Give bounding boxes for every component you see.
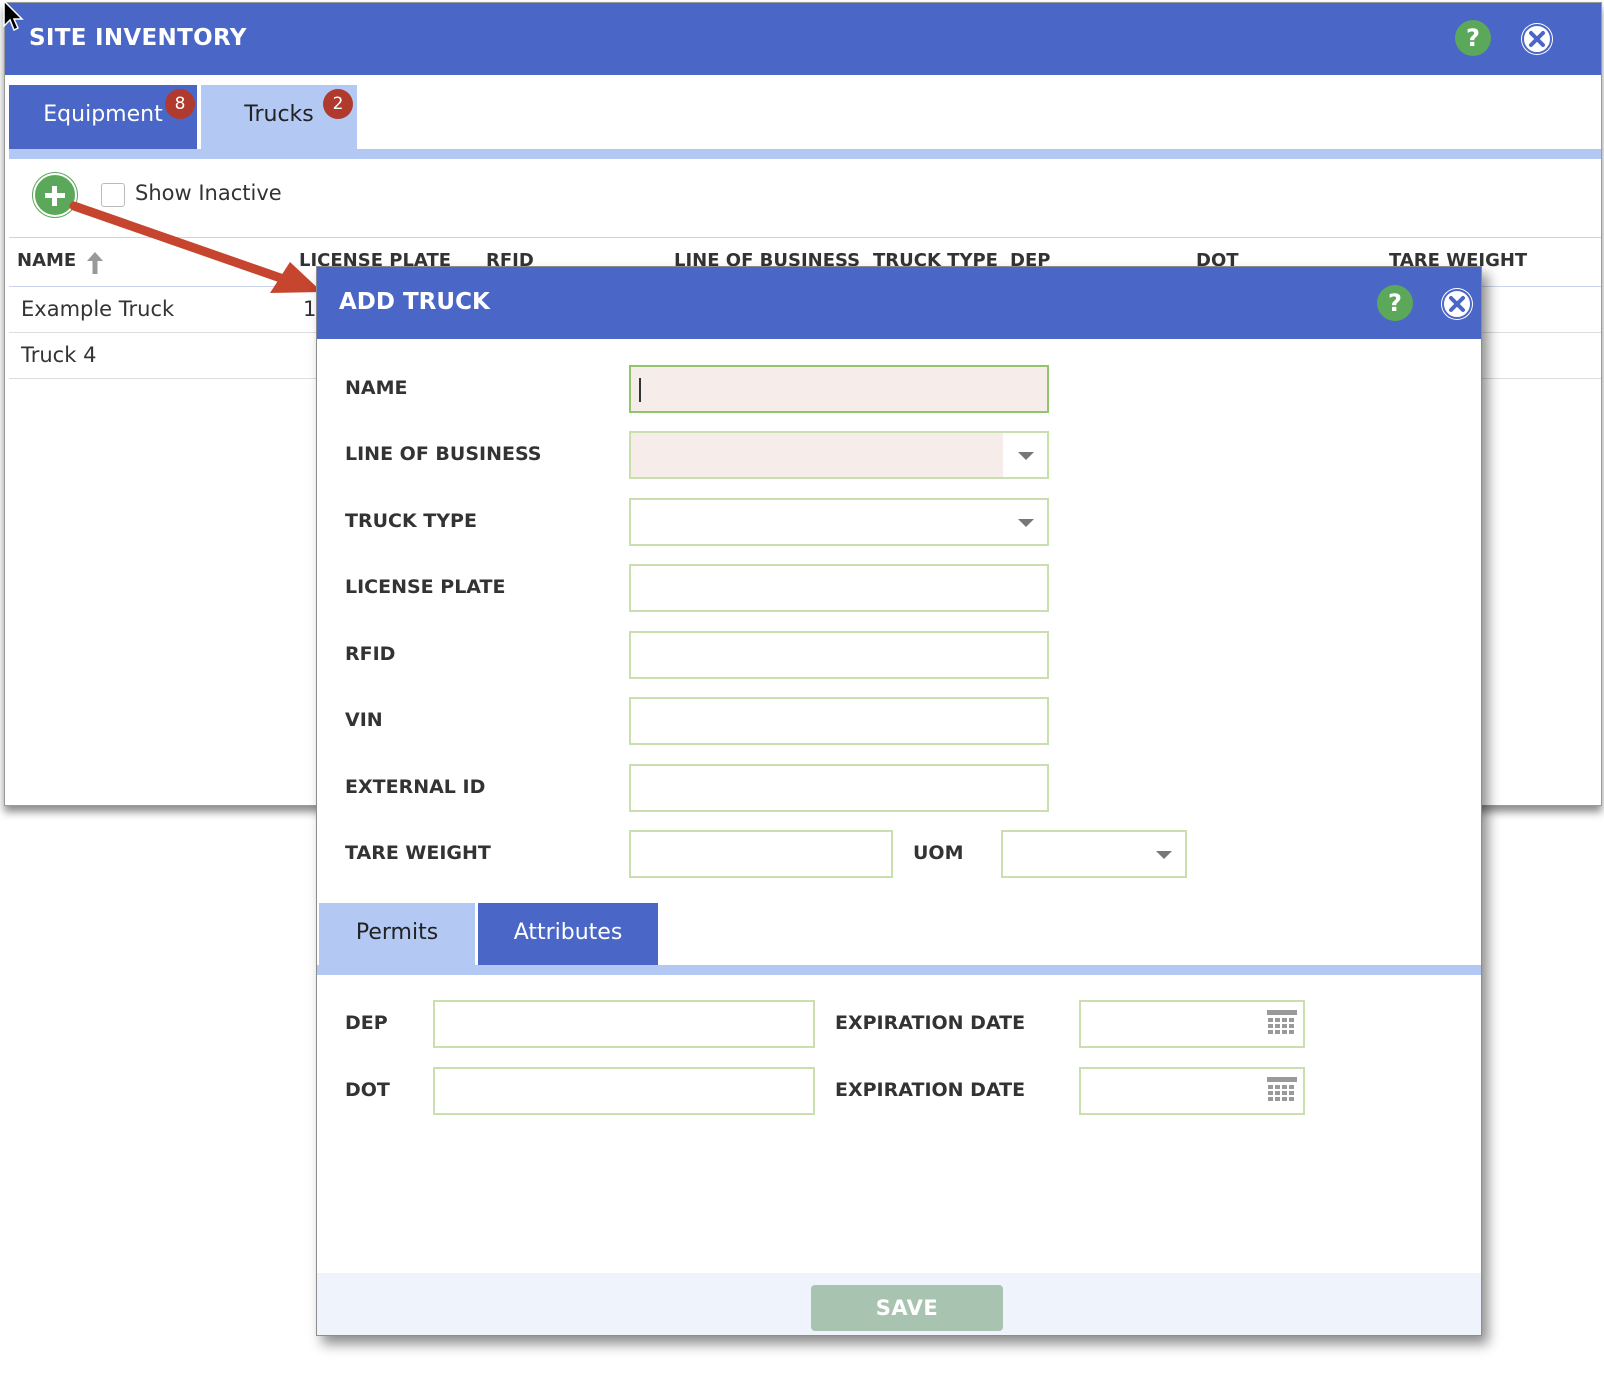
add-truck-dialog: ADD TRUCK ? NAME LINE OF BUSINESS TRUCK … [316, 266, 1482, 1336]
dot-input[interactable] [433, 1067, 815, 1115]
dialog-tabs-underline [317, 965, 1481, 975]
calendar-icon[interactable] [1267, 1077, 1297, 1105]
rfid-label: RFID [345, 643, 396, 665]
help-icon[interactable]: ? [1377, 285, 1413, 321]
name-label: NAME [345, 377, 408, 399]
name-input[interactable] [629, 365, 1049, 413]
dot-label: DOT [345, 1079, 390, 1101]
dialog-title: ADD TRUCK [339, 289, 490, 315]
uom-select[interactable] [1001, 830, 1187, 878]
dialog-footer: SAVE [317, 1273, 1481, 1335]
dropdown-arrow-icon[interactable] [1003, 433, 1047, 477]
close-icon[interactable] [1441, 288, 1473, 320]
tab-permits-label: Permits [355, 920, 439, 945]
external-id-input[interactable] [629, 764, 1049, 812]
dep-label: DEP [345, 1012, 388, 1034]
dep-expiration-label: EXPIRATION DATE [835, 1012, 1026, 1034]
truck-type-select[interactable] [629, 498, 1049, 546]
text-caret [639, 378, 641, 402]
dot-expiration-label: EXPIRATION DATE [835, 1079, 1026, 1101]
dot-expiration-input[interactable] [1079, 1067, 1305, 1115]
tab-permits[interactable]: Permits [319, 903, 475, 967]
rfid-input[interactable] [629, 631, 1049, 679]
dropdown-arrow-icon[interactable] [1141, 832, 1185, 876]
cursor-pointer-icon [3, 0, 24, 32]
line-of-business-select[interactable] [629, 431, 1049, 479]
dep-input[interactable] [433, 1000, 815, 1048]
calendar-icon[interactable] [1267, 1010, 1297, 1038]
dropdown-arrow-icon[interactable] [1003, 500, 1047, 544]
external-id-label: EXTERNAL ID [345, 776, 486, 798]
tare-weight-label: TARE WEIGHT [345, 842, 491, 864]
license-plate-input[interactable] [629, 564, 1049, 612]
tare-weight-input[interactable] [629, 830, 893, 878]
vin-input[interactable] [629, 697, 1049, 745]
add-truck-titlebar: ADD TRUCK ? [317, 267, 1481, 339]
save-button[interactable]: SAVE [811, 1285, 1003, 1331]
license-plate-label: LICENSE PLATE [345, 576, 506, 598]
vin-label: VIN [345, 709, 383, 731]
truck-type-label: TRUCK TYPE [345, 510, 477, 532]
tab-attributes-label: Attributes [513, 920, 623, 945]
uom-label: UOM [913, 842, 964, 864]
tab-attributes[interactable]: Attributes [478, 903, 658, 967]
line-of-business-label: LINE OF BUSINESS [345, 443, 542, 465]
dep-expiration-input[interactable] [1079, 1000, 1305, 1048]
